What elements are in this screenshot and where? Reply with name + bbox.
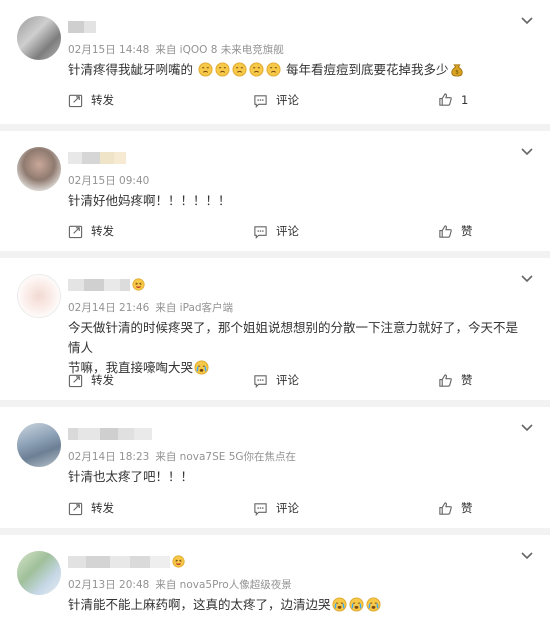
thumbs-up-icon — [439, 373, 452, 387]
username-obscured[interactable] — [68, 20, 96, 34]
repost-button[interactable]: 转发 — [68, 372, 114, 388]
username-obscured[interactable] — [68, 553, 185, 572]
comment-text: 针清好他妈疼啊！！！！！！ — [68, 191, 492, 211]
repost-label: 转发 — [91, 93, 114, 107]
comment-text: 针清能不能上麻药啊，这真的太疼了，边清边哭 — [68, 595, 492, 618]
thumbs-up-icon — [439, 93, 452, 106]
comment-meta: 02月13日 20:48 来自 nova5Pro人像超级夜景 — [68, 577, 292, 592]
comment-button[interactable]: 评论 — [253, 223, 299, 239]
comment-icon — [254, 502, 267, 516]
comment-icon — [254, 225, 267, 239]
like-label: 赞 — [461, 224, 473, 238]
avatar[interactable] — [17, 147, 61, 191]
like-button[interactable]: 赞 — [438, 223, 473, 239]
username-obscured[interactable] — [68, 427, 152, 441]
comment-text-part: 针清也太疼了吧！！！ — [68, 469, 194, 484]
comment-meta: 02月14日 21:46 来自 iPad客户端 — [68, 300, 233, 315]
comment-text: 针清疼得我龇牙咧嘴的 每年看痘痘到底要花掉我多少 $ — [68, 60, 492, 83]
emoji-badge-icon — [172, 553, 185, 572]
crying-face-emoji-icon — [365, 597, 381, 618]
avatar[interactable] — [17, 274, 61, 318]
comment-text-line: 今天做针清的时候疼哭了，那个姐姐说想想别的分散一下注意力就好了，今天不是情人 — [68, 320, 519, 355]
comment-feed: 02月15日 14:48 来自 iQOO 8 未来电竞旗舰 针清疼得我龇牙咧嘴的 … — [0, 0, 550, 621]
comment-button[interactable]: 评论 — [253, 500, 299, 516]
repost-icon — [68, 374, 83, 387]
money-bag-emoji-icon: $ — [450, 62, 464, 83]
comment-card: 02月14日 21:46 来自 iPad客户端 今天做针清的时候疼哭了，那个姐姐说… — [0, 258, 550, 400]
pained-face-emoji-icon — [266, 62, 281, 83]
repost-icon — [68, 225, 83, 238]
action-bar: 转发 评论 赞 — [0, 500, 550, 520]
chevron-down-icon[interactable] — [518, 143, 536, 161]
comment-button[interactable]: 评论 — [253, 372, 299, 388]
comment-card: 02月15日 09:40 针清好他妈疼啊！！！！！！ 转发 评论 赞 — [0, 131, 550, 251]
comment-source: 来自 nova5Pro人像超级夜景 — [155, 579, 292, 591]
crying-face-emoji-icon — [348, 597, 364, 618]
pained-face-emoji-icon — [232, 62, 247, 83]
comment-text-part: 针清好他妈疼啊！！！！！！ — [68, 193, 231, 208]
repost-button[interactable]: 转发 — [68, 500, 114, 516]
repost-button[interactable]: 转发 — [68, 92, 114, 108]
username-obscured[interactable] — [68, 151, 126, 165]
comment-icon — [254, 374, 267, 388]
pained-face-emoji-icon — [249, 62, 264, 83]
avatar[interactable] — [17, 423, 61, 467]
comment-icon — [254, 94, 267, 108]
like-button[interactable]: 赞 — [438, 500, 473, 516]
action-bar: 转发 评论 赞 — [0, 372, 550, 392]
chevron-down-icon[interactable] — [518, 419, 536, 437]
like-label: 赞 — [461, 373, 473, 387]
crying-face-emoji-icon — [331, 597, 347, 618]
comment-label: 评论 — [276, 93, 299, 107]
avatar[interactable] — [17, 551, 61, 595]
comment-meta: 02月15日 14:48 来自 iQOO 8 未来电竞旗舰 — [68, 42, 284, 57]
repost-icon — [68, 94, 83, 107]
action-bar: 转发 评论 赞 — [0, 223, 550, 243]
thumbs-up-icon — [439, 501, 452, 515]
comment-button[interactable]: 评论 — [253, 92, 299, 108]
comment-label: 评论 — [276, 373, 299, 387]
like-button[interactable]: 赞 — [438, 372, 473, 388]
comment-time: 02月15日 09:40 — [68, 175, 150, 187]
repost-button[interactable]: 转发 — [68, 223, 114, 239]
comment-text-part: 每年看痘痘到底要花掉我多少 — [285, 62, 449, 77]
comment-text: 针清也太疼了吧！！！ — [68, 467, 492, 487]
svg-text:$: $ — [455, 70, 459, 76]
emoji-badge-icon — [132, 276, 145, 295]
comment-time: 02月13日 20:48 — [68, 579, 150, 591]
pained-face-emoji-icon — [215, 62, 230, 83]
username-obscured[interactable] — [68, 276, 145, 295]
comment-time: 02月15日 14:48 — [68, 44, 150, 56]
repost-label: 转发 — [91, 224, 114, 238]
repost-label: 转发 — [91, 373, 114, 387]
comment-source: 来自 iPad客户端 — [155, 302, 234, 314]
comment-card: 02月15日 14:48 来自 iQOO 8 未来电竞旗舰 针清疼得我龇牙咧嘴的 … — [0, 0, 550, 124]
like-button[interactable]: 1 — [438, 92, 468, 107]
comment-card: 02月13日 20:48 来自 nova5Pro人像超级夜景 针清能不能上麻药啊，… — [0, 535, 550, 621]
chevron-down-icon[interactable] — [518, 547, 536, 565]
like-label: 赞 — [461, 501, 473, 515]
chevron-down-icon[interactable] — [518, 270, 536, 288]
repost-label: 转发 — [91, 501, 114, 515]
thumbs-up-icon — [439, 224, 452, 238]
comment-source: 来自 iQOO 8 未来电竞旗舰 — [155, 44, 284, 56]
comment-meta: 02月15日 09:40 — [68, 173, 149, 188]
comment-time: 02月14日 18:23 — [68, 451, 150, 463]
comment-text-part: 针清能不能上麻药啊，这真的太疼了，边清边哭 — [68, 597, 331, 612]
comment-time: 02月14日 21:46 — [68, 302, 150, 314]
comment-source: 来自 nova7SE 5G你在焦点在 — [155, 451, 297, 463]
comment-meta: 02月14日 18:23 来自 nova7SE 5G你在焦点在 — [68, 449, 296, 464]
comment-card: 02月14日 18:23 来自 nova7SE 5G你在焦点在 针清也太疼了吧！！… — [0, 407, 550, 528]
repost-icon — [68, 502, 83, 515]
comment-text-part: 针清疼得我龇牙咧嘴的 — [68, 62, 194, 77]
like-count: 1 — [461, 92, 469, 107]
action-bar: 转发 评论 1 — [0, 92, 550, 112]
avatar[interactable] — [17, 16, 61, 60]
pained-face-emoji-icon — [198, 62, 213, 83]
comment-label: 评论 — [276, 224, 299, 238]
comment-label: 评论 — [276, 501, 299, 515]
chevron-down-icon[interactable] — [518, 12, 536, 30]
